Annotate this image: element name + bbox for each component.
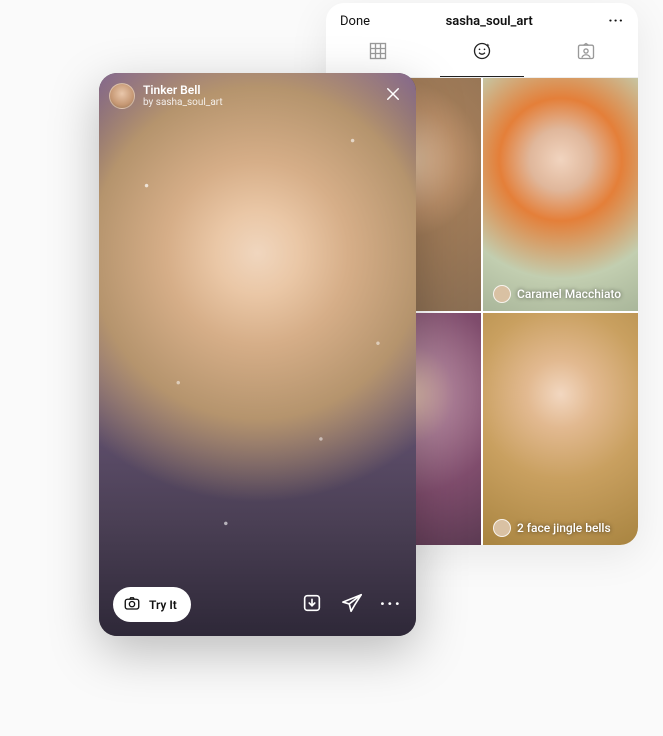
effect-name: Caramel Macchiato: [517, 287, 621, 301]
profile-username: sasha_soul_art: [446, 14, 533, 29]
more-button[interactable]: ···: [608, 13, 624, 29]
effect-label-row: Caramel Macchiato: [493, 285, 621, 303]
try-it-button[interactable]: Try It: [113, 587, 191, 622]
save-icon: [301, 592, 323, 618]
preview-actions: ···: [300, 593, 402, 617]
filter-preview-card: Tinker Bell by sasha_soul_art: [99, 73, 416, 636]
effect-tile[interactable]: Caramel Macchiato: [483, 78, 638, 311]
creator-avatar: [109, 83, 135, 109]
tab-grid[interactable]: [326, 35, 430, 71]
creator-avatar: [493, 285, 511, 303]
close-button[interactable]: [380, 83, 406, 109]
close-icon: [384, 85, 402, 107]
camera-icon: [123, 594, 141, 615]
tagged-person-icon: [576, 41, 596, 65]
smiley-sparkle-icon: [472, 41, 492, 65]
grid-icon: [368, 41, 388, 65]
filter-preview-image: [99, 73, 416, 636]
effect-name: 2 face jingle bells: [517, 521, 611, 535]
share-button[interactable]: [340, 593, 364, 617]
tab-effects[interactable]: [430, 35, 534, 71]
save-button[interactable]: [300, 593, 324, 617]
effect-thumbnail: [483, 78, 638, 311]
effect-thumbnail: [483, 313, 638, 546]
filter-info[interactable]: Tinker Bell by sasha_soul_art: [109, 83, 223, 109]
effect-tile[interactable]: 2 face jingle bells: [483, 313, 638, 546]
creator-avatar: [493, 519, 511, 537]
effect-label-row: 2 face jingle bells: [493, 519, 611, 537]
filter-title: Tinker Bell: [143, 84, 223, 97]
tab-tagged[interactable]: [534, 35, 638, 71]
gallery-header: Done sasha_soul_art ···: [326, 3, 638, 35]
try-it-label: Try It: [149, 598, 177, 612]
done-button[interactable]: Done: [340, 14, 370, 29]
preview-footer: Try It ···: [99, 573, 416, 636]
profile-tabs: [326, 35, 638, 78]
preview-more-button[interactable]: ···: [380, 594, 402, 615]
preview-header: Tinker Bell by sasha_soul_art: [109, 83, 406, 109]
filter-author: by sasha_soul_art: [143, 97, 223, 108]
send-icon: [341, 592, 363, 618]
filter-text-block: Tinker Bell by sasha_soul_art: [143, 84, 223, 108]
